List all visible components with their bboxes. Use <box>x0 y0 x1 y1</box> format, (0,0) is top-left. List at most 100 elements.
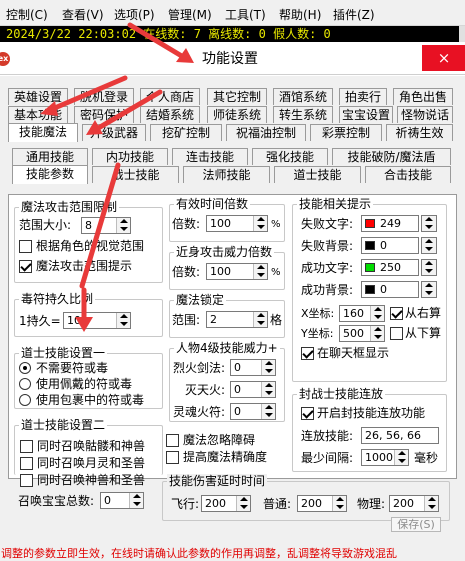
spin-up-icon[interactable] <box>428 497 436 501</box>
spin-down-icon[interactable] <box>336 505 344 509</box>
spin-down-icon[interactable] <box>133 502 141 506</box>
spin-down-icon[interactable] <box>425 269 433 273</box>
spinner-buttons[interactable] <box>370 326 384 341</box>
summon-moon-holy-checkbox[interactable] <box>20 457 33 470</box>
fail-text-color-field[interactable]: 249 <box>361 215 419 232</box>
spin-up-icon[interactable] <box>120 219 128 223</box>
physical-delay-spinner[interactable]: 200 <box>389 495 439 512</box>
menu-control[interactable]: 控制(C) <box>6 8 48 22</box>
valid-time-spinner[interactable]: 100 <box>206 215 268 232</box>
subtab-taoist-skills[interactable]: 道士技能 <box>274 166 361 183</box>
chat-display-checkbox[interactable] <box>301 347 314 360</box>
ok-text-spinner[interactable] <box>421 259 437 276</box>
spin-down-icon[interactable] <box>374 335 382 339</box>
tab-auction[interactable]: 拍卖行 <box>339 88 387 105</box>
ok-bg-spinner[interactable] <box>421 281 437 298</box>
spin-up-icon[interactable] <box>257 265 265 269</box>
tab-prayer-effect[interactable]: 祈祷生效 <box>386 124 453 141</box>
spin-up-icon[interactable] <box>265 383 273 387</box>
spin-up-icon[interactable] <box>265 361 273 365</box>
fail-bg-spinner[interactable] <box>421 237 437 254</box>
subtab-skill-params[interactable]: 技能参数 <box>12 165 88 184</box>
spin-up-icon[interactable] <box>425 217 433 221</box>
spin-up-icon[interactable] <box>257 313 265 317</box>
tab-personal-shop[interactable]: 个人商店 <box>140 88 200 105</box>
close-icon[interactable]: × <box>422 45 465 71</box>
spin-down-icon[interactable] <box>120 322 128 326</box>
tab-mentor-system[interactable]: 师徒系统 <box>207 106 267 123</box>
spinner-buttons[interactable] <box>422 260 436 275</box>
combo-enable-checkbox[interactable] <box>301 407 314 420</box>
spin-down-icon[interactable] <box>265 369 273 373</box>
menu-options[interactable]: 选项(P) <box>114 8 155 22</box>
lv4-blaze-spinner[interactable]: 0 <box>230 359 276 376</box>
ignore-obstacle-checkbox[interactable] <box>166 434 179 447</box>
spinner-buttons[interactable] <box>116 313 130 328</box>
tab-bless-oil-control[interactable]: 祝福油控制 <box>226 124 306 141</box>
spinner-buttons[interactable] <box>261 382 275 397</box>
tab-lottery-control[interactable]: 彩票控制 <box>310 124 382 141</box>
subtab-warrior-skills[interactable]: 战士技能 <box>92 166 179 183</box>
spinner-buttons[interactable] <box>422 238 436 253</box>
radio-bag-talisman[interactable] <box>19 394 31 406</box>
combo-interval-spinner[interactable]: 1000 <box>361 449 409 466</box>
spin-down-icon[interactable] <box>265 413 273 417</box>
combo-skills-field[interactable]: 26, 56, 66 <box>361 427 439 444</box>
spin-down-icon[interactable] <box>265 391 273 395</box>
spinner-buttons[interactable] <box>422 216 436 231</box>
x-coord-spinner[interactable]: 160 <box>339 305 385 322</box>
melee-power-spinner[interactable]: 100 <box>206 263 268 280</box>
tab-rebirth-system[interactable]: 转生系统 <box>273 106 333 123</box>
by-view-checkbox[interactable] <box>19 240 32 253</box>
spinner-buttons[interactable] <box>253 264 267 279</box>
spin-down-icon[interactable] <box>240 505 248 509</box>
spin-up-icon[interactable] <box>425 239 433 243</box>
spin-down-icon[interactable] <box>257 225 265 229</box>
fail-bg-color-field[interactable]: 0 <box>361 237 419 254</box>
spin-up-icon[interactable] <box>398 451 406 455</box>
summon-skeleton-beast-checkbox[interactable] <box>20 440 33 453</box>
range-size-spinner[interactable]: 8 <box>81 217 131 234</box>
spin-down-icon[interactable] <box>425 225 433 229</box>
fail-text-spinner[interactable] <box>421 215 437 232</box>
spin-up-icon[interactable] <box>265 405 273 409</box>
spinner-buttons[interactable] <box>261 404 275 419</box>
spin-down-icon[interactable] <box>398 459 406 463</box>
subtab-enhance-skills[interactable]: 强化技能 <box>252 148 328 165</box>
save-button[interactable]: 保存(S) <box>391 517 441 532</box>
tab-monster-speech[interactable]: 怪物说话 <box>397 106 453 123</box>
tab-pet-settings[interactable]: 宝宝设置 <box>339 106 393 123</box>
spin-up-icon[interactable] <box>374 307 382 311</box>
spin-down-icon[interactable] <box>425 291 433 295</box>
y-coord-spinner[interactable]: 500 <box>339 325 385 342</box>
spin-up-icon[interactable] <box>374 327 382 331</box>
spin-down-icon[interactable] <box>257 273 265 277</box>
subtab-common-skills[interactable]: 通用技能 <box>12 148 88 165</box>
spinner-buttons[interactable] <box>422 282 436 297</box>
fly-delay-spinner[interactable]: 200 <box>201 495 251 512</box>
tab-offline-login[interactable]: 脱机登录 <box>74 88 134 105</box>
tab-upgrade-weapon[interactable]: 升级武器 <box>82 124 146 141</box>
spin-up-icon[interactable] <box>425 261 433 265</box>
subtab-mage-skills[interactable]: 法师技能 <box>183 166 270 183</box>
tab-skill-magic[interactable]: 技能魔法 <box>8 123 78 142</box>
spin-down-icon[interactable] <box>257 321 265 325</box>
tab-marriage-system[interactable]: 结婚系统 <box>140 106 200 123</box>
subtab-internal-skills[interactable]: 内功技能 <box>92 148 168 165</box>
subtab-break-defense[interactable]: 技能破防/魔法盾 <box>332 148 451 165</box>
tab-other-control[interactable]: 其它控制 <box>207 88 267 105</box>
poison-ratio-spinner[interactable]: 100 <box>63 312 131 329</box>
ok-bg-color-field[interactable]: 0 <box>361 281 419 298</box>
spinner-buttons[interactable] <box>370 306 384 321</box>
magic-accuracy-checkbox[interactable] <box>166 451 179 464</box>
spinner-buttons[interactable] <box>332 496 346 511</box>
radio-no-talisman[interactable] <box>19 362 31 374</box>
menu-plugins[interactable]: 插件(Z) <box>333 8 375 22</box>
summon-total-spinner[interactable]: 0 <box>100 492 144 509</box>
spin-down-icon[interactable] <box>425 247 433 251</box>
lv4-fire-spinner[interactable]: 0 <box>230 381 276 398</box>
spin-up-icon[interactable] <box>240 497 248 501</box>
tab-password-protect[interactable]: 密码保护 <box>74 106 134 123</box>
spinner-buttons[interactable] <box>253 216 267 231</box>
spin-up-icon[interactable] <box>133 494 141 498</box>
